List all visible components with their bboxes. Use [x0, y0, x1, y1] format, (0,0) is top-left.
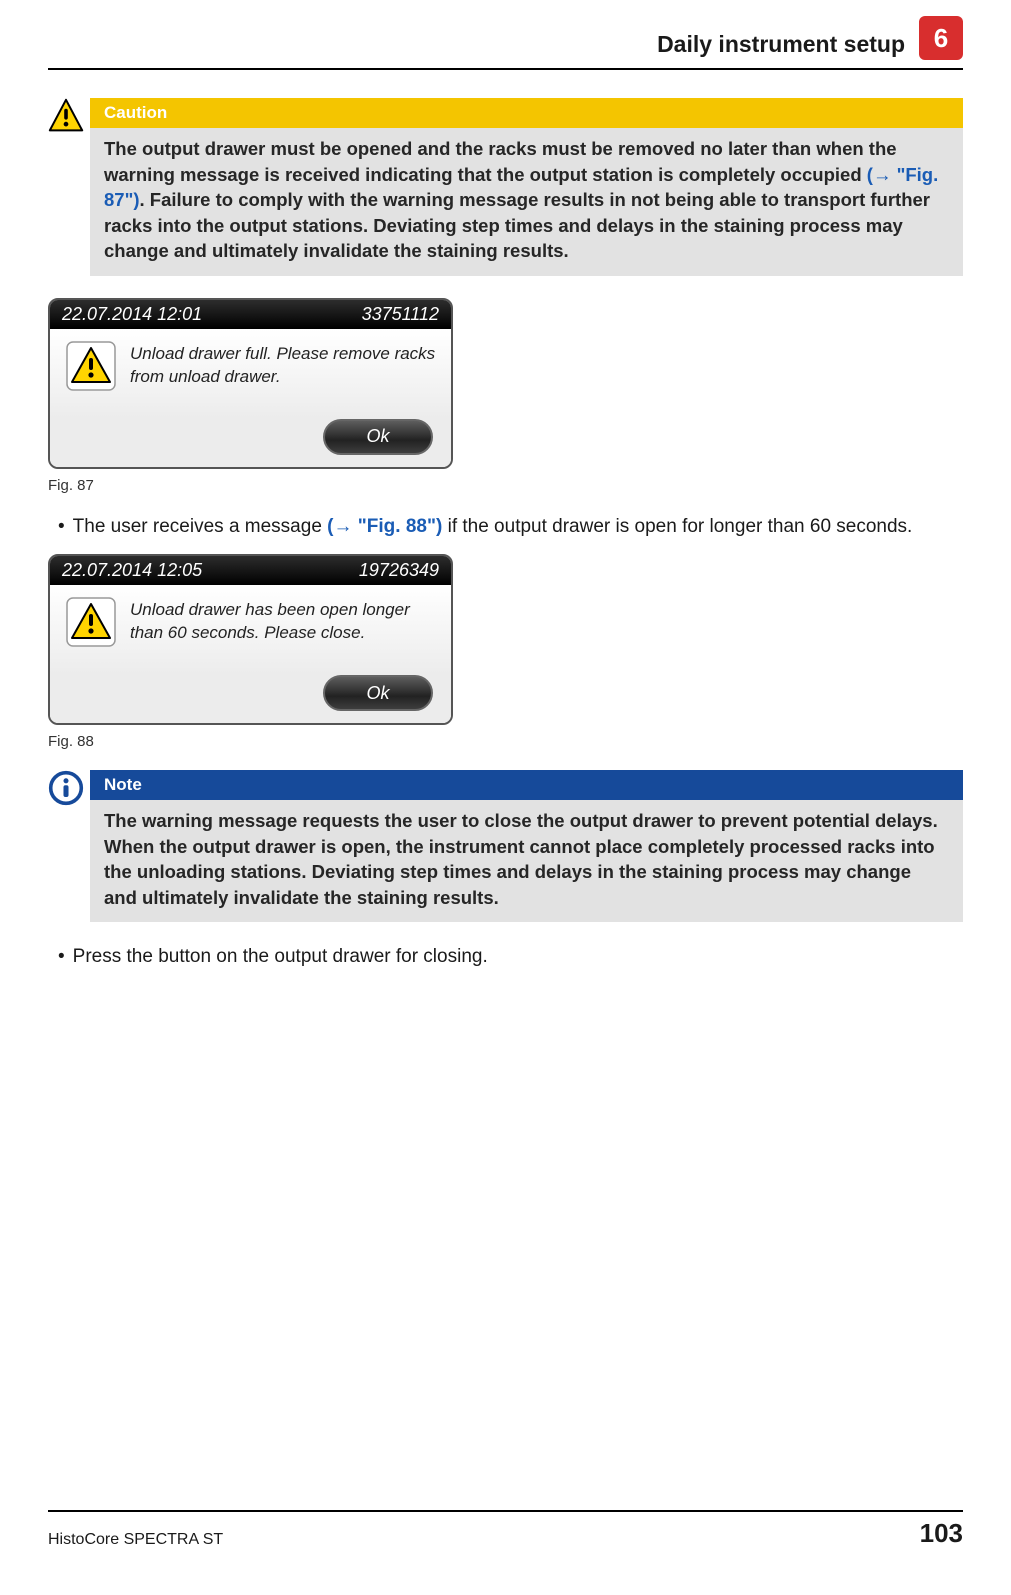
dialog88-timestamp: 22.07.2014 12:05: [62, 560, 202, 581]
page-footer: HistoCore SPECTRA ST 103: [48, 1510, 963, 1549]
dialog88-code: 19726349: [359, 560, 439, 581]
caution-title: Caution: [90, 98, 963, 128]
note-icon: [48, 770, 90, 811]
dialog88-titlebar: 22.07.2014 12:05 19726349: [50, 556, 451, 585]
dialog87-timestamp: 22.07.2014 12:01: [62, 304, 202, 325]
fig88-caption: Fig. 88: [48, 733, 963, 750]
warning-icon: [64, 597, 118, 665]
page-number: 103: [920, 1518, 963, 1549]
dialog88-ok-button[interactable]: Ok: [323, 675, 433, 711]
product-name: HistoCore SPECTRA ST: [48, 1531, 223, 1549]
dialog-fig88: 22.07.2014 12:05 19726349 Unload drawer …: [48, 554, 453, 725]
bullet-press-button: Press the button on the output drawer fo…: [58, 944, 963, 971]
chapter-badge: 6: [919, 16, 963, 60]
bullet1-pre: The user receives a message: [73, 516, 328, 537]
fig88-ref[interactable]: (→ "Fig. 88"): [327, 516, 442, 537]
caution-box: Caution The output drawer must be opened…: [48, 98, 963, 276]
caution-text-pre: The output drawer must be opened and the…: [104, 138, 897, 185]
caution-icon: [48, 98, 90, 134]
bullet2-text: Press the button on the output drawer fo…: [73, 944, 488, 971]
bullet-msg-60s: The user receives a message (→ "Fig. 88"…: [58, 514, 963, 541]
caution-text-post: . Failure to comply with the warning mes…: [104, 189, 930, 261]
note-title: Note: [90, 770, 963, 800]
warning-icon: [64, 341, 118, 409]
dialog87-ok-button[interactable]: Ok: [323, 419, 433, 455]
dialog87-titlebar: 22.07.2014 12:01 33751112: [50, 300, 451, 329]
fig87-caption: Fig. 87: [48, 477, 963, 494]
caution-body: The output drawer must be opened and the…: [90, 128, 963, 276]
dialog87-message: Unload drawer full. Please remove racks …: [130, 341, 437, 409]
note-body: The warning message requests the user to…: [90, 800, 963, 922]
note-box: Note The warning message requests the us…: [48, 770, 963, 922]
section-title: Daily instrument setup: [657, 31, 905, 58]
bullet1-post: if the output drawer is open for longer …: [442, 516, 912, 537]
dialog88-message: Unload drawer has been open longer than …: [130, 597, 437, 665]
dialog-fig87: 22.07.2014 12:01 33751112 Unload drawer …: [48, 298, 453, 469]
dialog87-code: 33751112: [362, 304, 439, 325]
page-header: Daily instrument setup 6: [48, 28, 963, 70]
